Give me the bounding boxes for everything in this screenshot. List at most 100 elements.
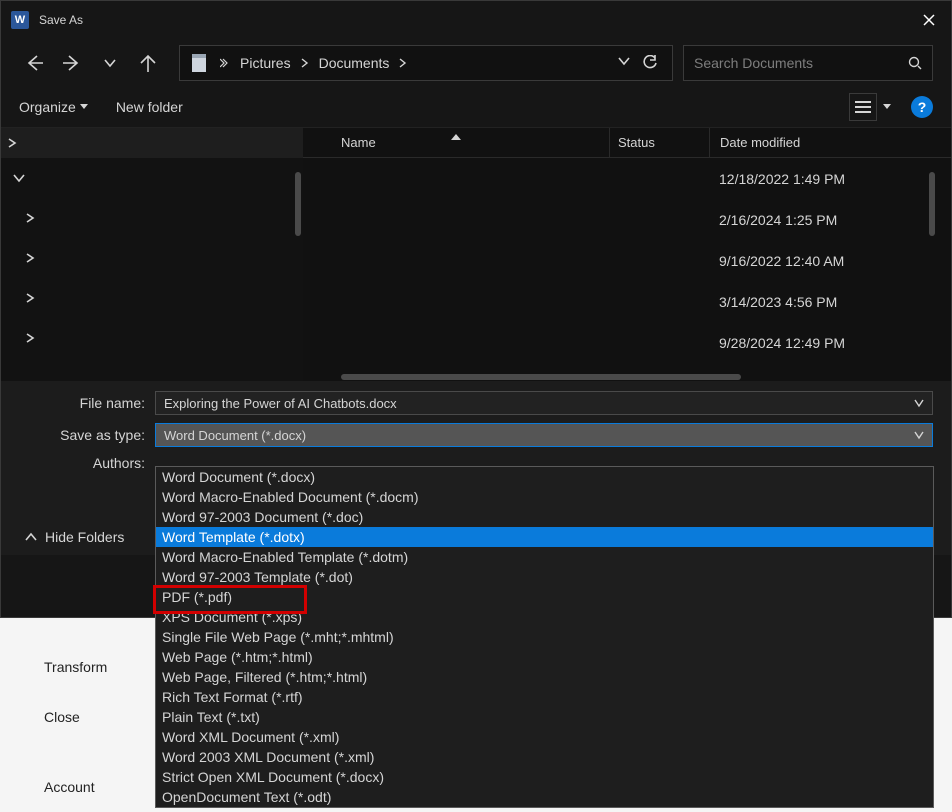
new-folder-label: New folder <box>116 99 183 115</box>
column-date[interactable]: Date modified <box>709 128 951 157</box>
caret-down-icon <box>883 103 891 111</box>
dropdown-option[interactable]: XPS Document (*.xps) <box>156 607 933 627</box>
breadcrumb-documents[interactable]: Documents <box>313 55 396 71</box>
search-input[interactable]: Search Documents <box>683 45 933 81</box>
dropdown-option[interactable]: PDF (*.pdf) <box>156 587 933 607</box>
column-header-row: Name Status Date modified <box>303 128 951 158</box>
save-type-value: Word Document (*.docx) <box>164 428 306 443</box>
dropdown-option[interactable]: Word Macro-Enabled Document (*.docm) <box>156 487 933 507</box>
chevron-right-icon <box>25 213 35 223</box>
file-date-cell: 9/28/2024 12:49 PM <box>709 335 951 351</box>
file-name-label: File name: <box>19 395 155 411</box>
breadcrumb-pictures[interactable]: Pictures <box>234 55 297 71</box>
file-h-scrollbar[interactable] <box>341 374 741 380</box>
word-app-icon: W <box>11 11 29 29</box>
titlebar: W Save As <box>1 1 951 39</box>
view-dropdown-button[interactable] <box>877 93 897 121</box>
arrow-up-icon <box>139 54 157 72</box>
chevron-down-icon[interactable] <box>914 430 924 440</box>
nav-row: Pictures Documents Searc <box>1 39 951 87</box>
file-name-input[interactable]: Exploring the Power of AI Chatbots.docx <box>155 391 933 415</box>
file-v-scrollbar[interactable] <box>929 172 935 236</box>
arrow-right-icon <box>63 54 81 72</box>
refresh-button[interactable] <box>642 55 658 71</box>
dropdown-option[interactable]: Word 97-2003 Template (*.dot) <box>156 567 933 587</box>
file-date-cell: 12/18/2022 1:49 PM <box>709 171 951 187</box>
help-button[interactable]: ? <box>911 96 933 118</box>
backstage-transform[interactable]: Transform <box>0 642 156 692</box>
list-view-icon <box>855 101 871 113</box>
caret-down-icon <box>80 103 88 111</box>
close-button[interactable] <box>906 1 951 39</box>
dropdown-option[interactable]: Single File Web Page (*.mht;*.mhtml) <box>156 627 933 647</box>
dialog-title: Save As <box>39 13 906 27</box>
organize-label: Organize <box>19 99 76 115</box>
column-status[interactable]: Status <box>609 128 709 157</box>
dropdown-option[interactable]: Word 2003 XML Document (*.xml) <box>156 747 933 767</box>
dropdown-option[interactable]: Plain Text (*.txt) <box>156 707 933 727</box>
column-name[interactable]: Name <box>303 135 609 150</box>
search-placeholder: Search Documents <box>694 55 813 71</box>
chevron-right-icon[interactable] <box>7 138 17 148</box>
chevron-down-icon <box>618 55 630 67</box>
file-list[interactable]: Name Status Date modified 12/18/2022 1:4… <box>303 128 951 381</box>
tree-item[interactable] <box>1 238 303 278</box>
file-date-cell: 3/14/2023 4:56 PM <box>709 294 951 310</box>
column-name-label: Name <box>341 135 376 150</box>
tree-item[interactable] <box>1 318 303 358</box>
dropdown-option[interactable]: Word Macro-Enabled Template (*.dotm) <box>156 547 933 567</box>
file-date-cell: 2/16/2024 1:25 PM <box>709 212 951 228</box>
nav-forward-button[interactable] <box>57 48 87 78</box>
tree-item[interactable] <box>1 198 303 238</box>
backstage-close[interactable]: Close <box>0 692 156 742</box>
dropdown-option[interactable]: Word 97-2003 Document (*.doc) <box>156 507 933 527</box>
file-row[interactable]: 9/16/2022 12:40 AM <box>303 240 951 281</box>
file-name-value: Exploring the Power of AI Chatbots.docx <box>164 396 397 411</box>
chevron-up-icon <box>25 531 37 543</box>
save-type-label: Save as type: <box>19 427 155 443</box>
file-row[interactable]: 2/16/2024 1:25 PM <box>303 199 951 240</box>
backstage-account[interactable]: Account <box>0 762 156 812</box>
file-row[interactable]: 9/28/2024 12:49 PM <box>303 322 951 363</box>
folder-icon <box>188 50 210 76</box>
dropdown-option[interactable]: Strict Open XML Document (*.docx) <box>156 767 933 787</box>
dropdown-option[interactable]: Rich Text Format (*.rtf) <box>156 687 933 707</box>
new-folder-button[interactable]: New folder <box>116 99 183 115</box>
file-row[interactable]: 3/14/2023 4:56 PM <box>303 281 951 322</box>
tree-scrollbar[interactable] <box>295 172 301 236</box>
backstage-panel: Transform Close Account <box>0 618 156 808</box>
chevron-right-icon <box>25 253 35 263</box>
authors-label: Authors: <box>19 455 155 471</box>
addr-dropdown-button[interactable] <box>618 55 630 71</box>
dropdown-option[interactable]: Web Page (*.htm;*.html) <box>156 647 933 667</box>
view-button[interactable] <box>849 93 877 121</box>
breadcrumb-overflow-icon[interactable] <box>220 58 230 68</box>
chevron-down-icon <box>104 57 116 69</box>
chevron-right-icon <box>395 58 411 68</box>
sort-ascending-icon <box>451 134 461 140</box>
arrow-left-icon <box>25 54 43 72</box>
dropdown-option[interactable]: Word Document (*.docx) <box>156 467 933 487</box>
file-row[interactable]: 12/18/2022 1:49 PM <box>303 158 951 199</box>
save-type-dropdown-list[interactable]: Word Document (*.docx)Word Macro-Enabled… <box>155 466 934 808</box>
search-icon <box>908 56 922 70</box>
file-date-cell: 9/16/2022 12:40 AM <box>709 253 951 269</box>
tree-item[interactable] <box>1 158 303 198</box>
nav-back-button[interactable] <box>19 48 49 78</box>
address-bar[interactable]: Pictures Documents <box>179 45 673 81</box>
refresh-icon <box>642 55 658 71</box>
dropdown-option[interactable]: Word XML Document (*.xml) <box>156 727 933 747</box>
dropdown-option[interactable]: Word Template (*.dotx) <box>156 527 933 547</box>
folder-tree[interactable] <box>1 128 303 381</box>
organize-button[interactable]: Organize <box>19 99 88 115</box>
dropdown-option[interactable]: OpenDocument Text (*.odt) <box>156 787 933 807</box>
nav-recent-button[interactable] <box>95 48 125 78</box>
nav-up-button[interactable] <box>133 48 163 78</box>
chevron-down-icon[interactable] <box>914 398 924 408</box>
chevron-right-icon <box>25 333 35 343</box>
close-icon <box>923 14 935 26</box>
tree-item[interactable] <box>1 278 303 318</box>
save-type-dropdown[interactable]: Word Document (*.docx) <box>155 423 933 447</box>
dropdown-option[interactable]: Web Page, Filtered (*.htm;*.html) <box>156 667 933 687</box>
hide-folders-label: Hide Folders <box>45 529 124 545</box>
